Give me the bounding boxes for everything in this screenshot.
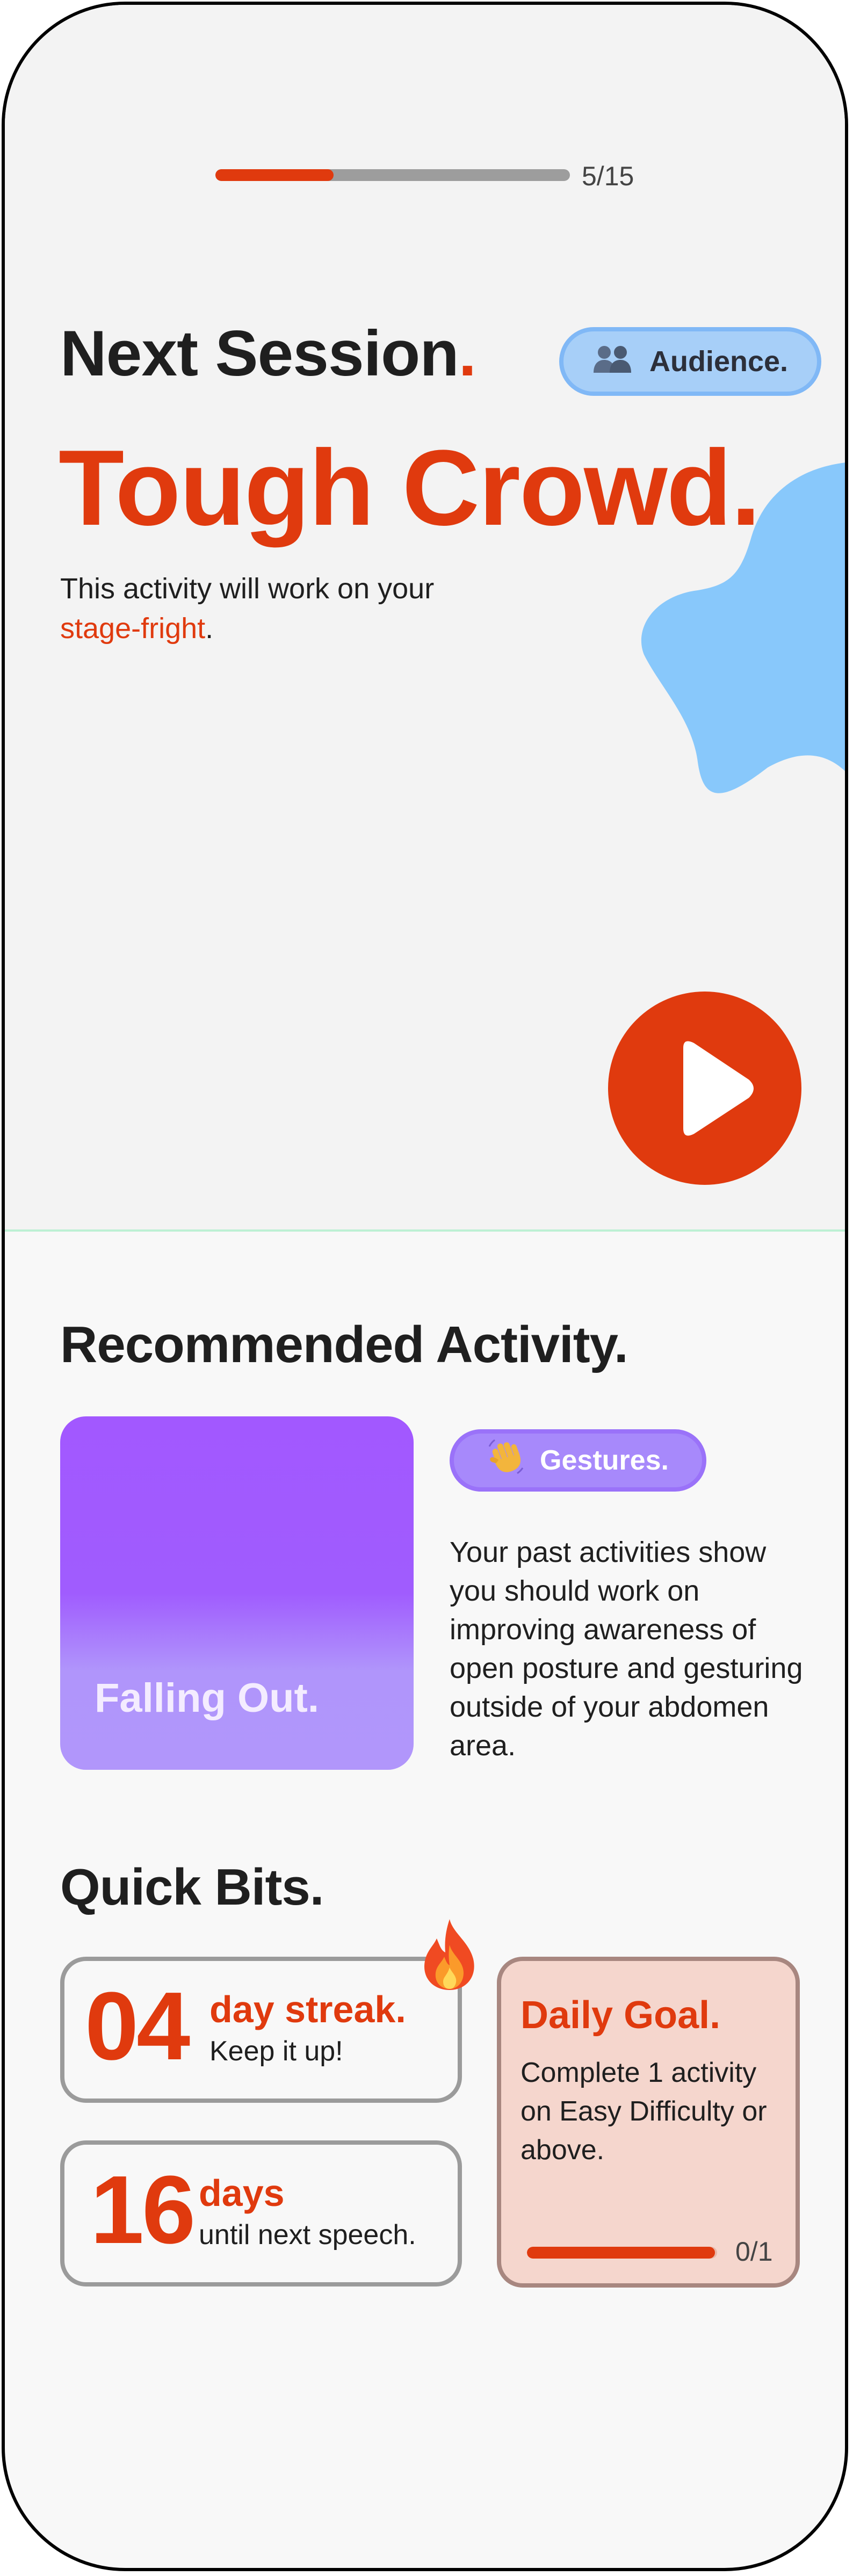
waving-hand-icon — [487, 1438, 525, 1484]
people-icon — [592, 341, 633, 382]
fire-icon — [424, 1919, 474, 1990]
recommended-activity-description: Your past activities show you should wor… — [450, 1536, 803, 1762]
streak-count: 04 — [85, 1972, 190, 2080]
gestures-tag-badge[interactable]: Gestures. — [450, 1429, 706, 1492]
next-session-heading: Next Session. — [60, 316, 476, 390]
streak-subtitle: Keep it up! — [209, 2036, 343, 2067]
daily-goal-progress-fill — [527, 2247, 715, 2259]
heading-accent-dot: . — [458, 317, 476, 389]
next-session-heading-text: Next Session — [60, 317, 459, 389]
audience-category-label: Audience. — [649, 345, 789, 378]
quick-bits-heading: Quick Bits. — [60, 1858, 324, 1916]
decorative-blob-shape — [641, 462, 845, 793]
days-until-speech-subtitle: until next speech. — [199, 2219, 416, 2251]
session-description-suffix: . — [205, 612, 214, 645]
play-icon — [683, 1041, 754, 1136]
audience-category-badge[interactable]: Audience. — [559, 327, 821, 396]
daily-goal-progress-bar — [527, 2247, 717, 2259]
play-session-button[interactable] — [608, 992, 801, 1185]
recommended-activity-card[interactable]: Falling Out. — [60, 1416, 414, 1770]
recommended-activity-heading: Recommended Activity. — [60, 1316, 628, 1373]
session-progress-fill — [215, 169, 334, 181]
session-description: This activity will work on your stage-fr… — [60, 569, 544, 648]
daily-goal-card[interactable]: Daily Goal. Complete 1 activity on Easy … — [497, 1957, 800, 2288]
daily-goal-description: Complete 1 activity on Easy Difficulty o… — [521, 2057, 767, 2166]
phone-frame: 5/15 Next Session. Audience. Tough Crowd… — [2, 2, 848, 2571]
streak-title: day streak. — [209, 1988, 406, 2030]
session-progress-bar — [215, 169, 570, 181]
session-description-prefix: This activity will work on your — [60, 573, 435, 605]
daily-goal-progress-count: 0/1 — [735, 2237, 773, 2267]
next-session-panel: 5/15 Next Session. Audience. Tough Crowd… — [5, 5, 845, 1232]
daily-goal-title: Daily Goal. — [521, 1994, 721, 2037]
days-until-speech-title: days — [199, 2172, 285, 2214]
recommended-activity-title: Falling Out. — [95, 1675, 319, 1721]
session-focus-skill: stage-fright — [60, 612, 206, 645]
gestures-tag-label: Gestures. — [540, 1445, 669, 1476]
days-until-speech-count: 16 — [90, 2156, 196, 2264]
day-streak-card: 04 day streak. Keep it up! — [60, 1957, 462, 2103]
session-progress-count: 5/15 — [582, 161, 634, 191]
days-until-speech-card: 16 days until next speech. — [60, 2140, 462, 2286]
